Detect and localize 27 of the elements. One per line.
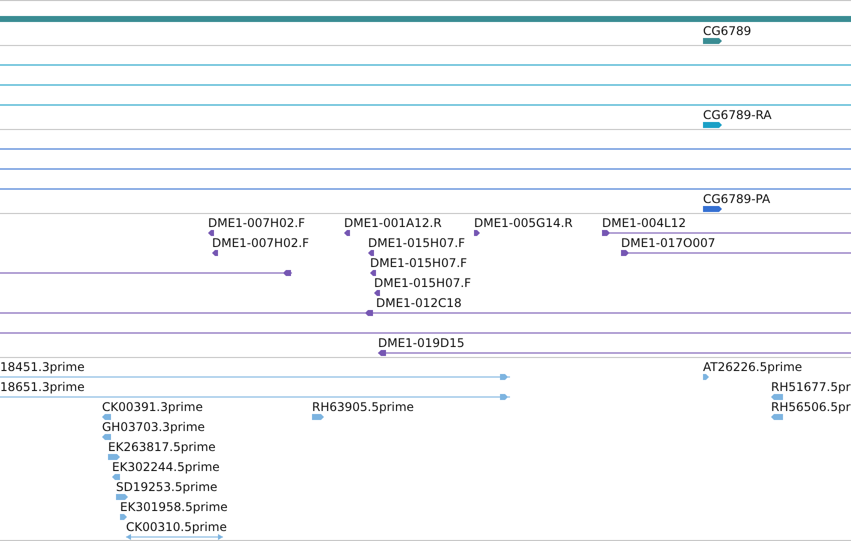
feature-label: EK263817.5prime — [108, 440, 216, 454]
feature-label: DME1-015H07.F — [374, 276, 472, 290]
feature-label: DME1-019D15 — [378, 336, 465, 350]
feature-label: RH51677.5pr — [771, 380, 851, 394]
feature-label: CK00310.5prime — [126, 520, 227, 534]
feature-label: AT26226.5prime — [703, 360, 802, 374]
feature-label: RH56506.5pr — [771, 400, 851, 414]
feature-label: 18651.3prime — [0, 380, 85, 394]
feature-label: DME1-005G14.R — [474, 216, 573, 230]
feature-label: CG6789 — [703, 24, 752, 38]
feature-label: DME1-007H02.F — [212, 236, 310, 250]
feature-label: EK302244.5prime — [112, 460, 220, 474]
feature-label: EK301958.5prime — [120, 500, 228, 514]
feature-label: DME1-004L12 — [602, 216, 686, 230]
feature-label: DME1-015H07.F — [368, 236, 466, 250]
feature-label: GH03703.3prime — [102, 420, 205, 434]
feature-label: SD19253.5prime — [116, 480, 218, 494]
feature-label: CG6789-RA — [703, 108, 772, 122]
feature-label: DME1-001A12.R — [344, 216, 442, 230]
feature-label: DME1-012C18 — [376, 296, 462, 310]
feature-label: 18451.3prime — [0, 360, 85, 374]
feature-label: DME1-017O007 — [621, 236, 716, 250]
feature-label: CK00391.3prime — [102, 400, 203, 414]
feature-label: DME1-007H02.F — [208, 216, 306, 230]
feature-label: DME1-015H07.F — [370, 256, 468, 270]
feature-label: CG6789-PA — [703, 192, 770, 206]
feature-label: RH63905.5prime — [312, 400, 414, 414]
